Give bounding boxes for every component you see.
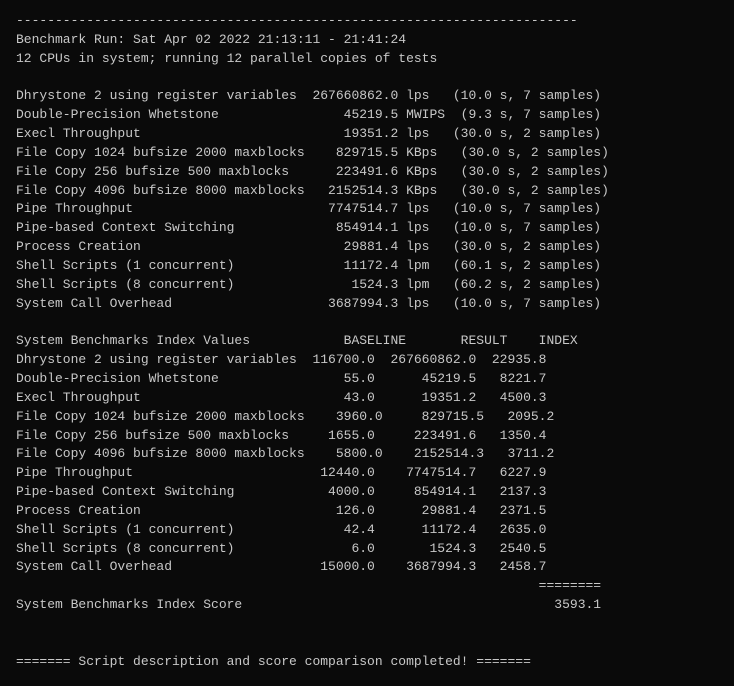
- benchmark-run-header: Benchmark Run: Sat Apr 02 2022 21:13:11 …: [16, 32, 406, 47]
- cpu-info-header: 12 CPUs in system; running 12 parallel c…: [16, 51, 437, 66]
- terminal-output: ----------------------------------------…: [16, 12, 718, 87]
- index-section: System Benchmarks Index Values BASELINE …: [16, 314, 718, 597]
- benchmark-section: Dhrystone 2 using register variables 267…: [16, 87, 718, 313]
- separator-top: ----------------------------------------…: [16, 13, 578, 28]
- score-section: System Benchmarks Index Score 3593.1 ===…: [16, 596, 718, 671]
